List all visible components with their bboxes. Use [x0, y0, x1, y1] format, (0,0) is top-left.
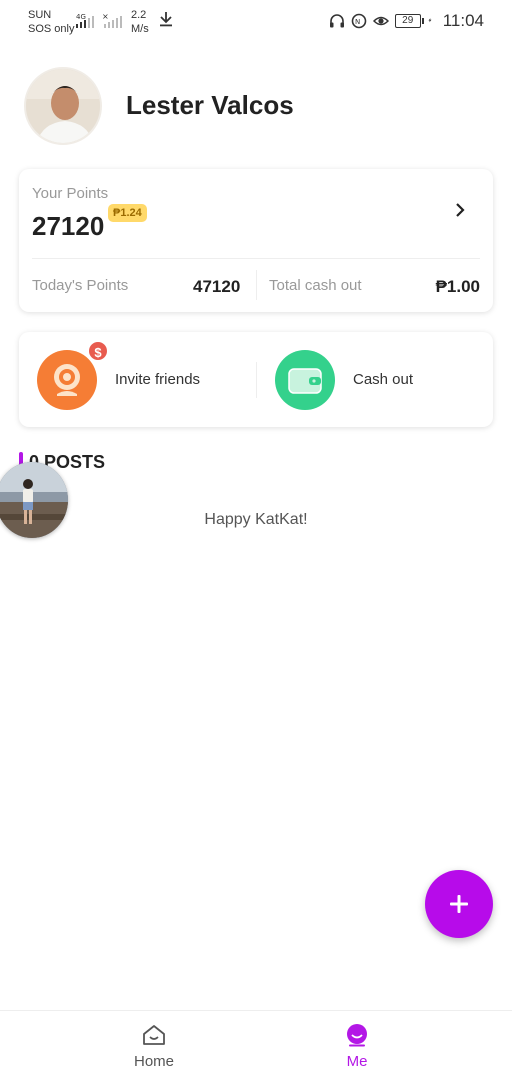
bottom-nav: Home Me — [0, 1010, 512, 1080]
points-card[interactable]: Your Points 27120 ₱1.24 Today's Points 4… — [19, 169, 493, 312]
peso-value-badge: ₱1.24 — [108, 204, 147, 222]
data-saver-icon: N — [351, 13, 367, 29]
svg-text:N: N — [355, 18, 360, 26]
network-speed-value: 2.2 — [131, 9, 147, 21]
divider — [256, 362, 257, 398]
signal-icon: 4G × — [76, 12, 122, 28]
clock: 11:04 — [442, 11, 484, 30]
network-speed-unit: M/s — [131, 23, 149, 35]
charging-icon — [428, 18, 432, 23]
invite-friends-button[interactable]: $ Invite friends — [37, 332, 247, 427]
new-post-button[interactable] — [425, 870, 493, 938]
nav-home-label: Home — [133, 1053, 174, 1070]
invite-reward-badge: $ — [87, 339, 109, 362]
svg-text:4G: 4G — [76, 13, 86, 21]
actions-card: $ Invite friends Cash out — [19, 332, 493, 427]
battery-icon: 29 — [394, 14, 424, 28]
nav-me[interactable]: Me — [307, 1023, 407, 1070]
svg-text:×: × — [102, 12, 109, 21]
status-icons: N 29 11:04 — [329, 11, 484, 31]
battery-level: 29 — [402, 15, 414, 26]
user-name: Lester Valcos — [126, 90, 294, 120]
total-cashout-value: ₱1.00 — [435, 277, 480, 296]
plus-icon — [450, 895, 468, 913]
carrier-status: SOS only — [28, 23, 75, 35]
webcam-icon: $ — [37, 339, 109, 410]
your-points-value: 27120 — [32, 211, 105, 241]
chevron-right-icon[interactable] — [453, 203, 467, 217]
wallet-icon — [275, 349, 335, 410]
headphones-icon — [329, 14, 344, 28]
todays-points-label: Today's Points — [32, 277, 129, 294]
nav-me-label: Me — [346, 1053, 368, 1070]
cash-out-label: Cash out — [353, 371, 414, 388]
your-points-label: Your Points — [32, 185, 109, 202]
cash-out-button[interactable]: Cash out — [275, 332, 485, 427]
eye-icon — [372, 16, 389, 26]
nav-home[interactable]: Home — [104, 1023, 204, 1070]
profile-photo — [26, 69, 100, 143]
network-speed: 2.2 M/s — [131, 8, 149, 36]
divider — [256, 270, 257, 300]
total-cashout-label: Total cash out — [269, 277, 362, 294]
download-icon — [160, 12, 172, 27]
todays-points-value: 47120 — [193, 277, 241, 296]
divider — [32, 258, 480, 259]
avatar[interactable] — [24, 67, 102, 145]
status-bar: SUN SOS only 4G × 2.2 M/s N 29 11:04 — [0, 0, 512, 44]
me-icon — [347, 1024, 367, 1047]
empty-posts-message: Happy KatKat! — [204, 511, 308, 528]
carrier-name: SUN — [28, 9, 52, 21]
invite-friends-label: Invite friends — [115, 371, 201, 388]
carrier-info: SUN SOS only — [28, 8, 74, 36]
home-icon — [143, 1025, 165, 1045]
